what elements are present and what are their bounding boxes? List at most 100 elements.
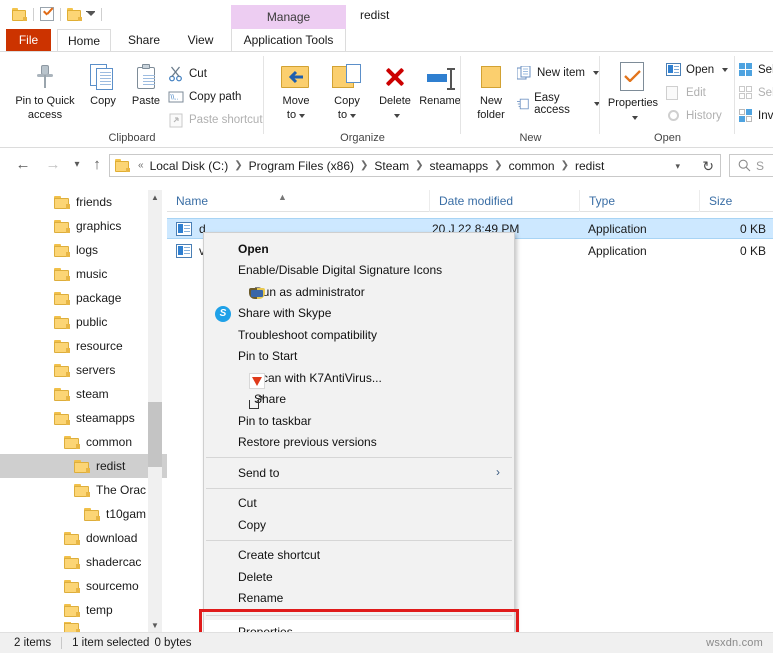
up-button[interactable]: ↑ — [86, 154, 108, 176]
context-menu-item-pin-to-start[interactable]: Pin to Start — [204, 346, 514, 368]
window-title: redist — [360, 8, 390, 22]
breadcrumb-item-5[interactable]: redist — [573, 159, 606, 173]
customize-caret-icon[interactable] — [82, 7, 95, 21]
context-menu-item-open[interactable]: Open — [204, 238, 514, 260]
paste-shortcut-button[interactable]: Paste shortcut — [168, 112, 263, 128]
column-header-size[interactable]: Size — [699, 190, 773, 212]
nav-item-the-orac[interactable]: The Orac — [0, 478, 167, 502]
search-input[interactable]: S — [729, 154, 773, 177]
move-to-button[interactable]: Move to — [272, 64, 320, 121]
move-to-icon — [281, 64, 311, 90]
tab-home[interactable]: Home — [57, 29, 111, 53]
folder-icon[interactable] — [12, 7, 27, 21]
context-menu-item-cut[interactable]: Cut — [204, 493, 514, 515]
context-menu-item-troubleshoot-compatibility[interactable]: Troubleshoot compatibility — [204, 324, 514, 346]
history-button[interactable]: History — [666, 109, 722, 123]
nav-item-temp[interactable]: temp — [0, 598, 167, 622]
cut-button[interactable]: Cut — [168, 66, 207, 82]
context-menu-item-share-with-skype[interactable]: S Share with Skype — [204, 303, 514, 325]
context-menu-item-pin-to-taskbar[interactable]: Pin to taskbar — [204, 410, 514, 432]
nav-item-redist[interactable]: redist — [0, 454, 167, 478]
breadcrumb-chevron[interactable]: ❯ — [356, 160, 372, 171]
new-item-button[interactable]: New item — [517, 66, 599, 80]
navigation-pane-scrollbar[interactable]: ▲ ▼ — [148, 190, 162, 633]
nav-item-common[interactable]: common — [0, 430, 167, 454]
scrollbar-thumb[interactable] — [148, 402, 162, 467]
easy-access-button[interactable]: Easy access — [517, 92, 600, 116]
copy-path-button[interactable]: \\.. Copy path — [168, 89, 241, 105]
context-menu-item-create-shortcut[interactable]: Create shortcut — [204, 545, 514, 567]
nav-item-graphics[interactable]: graphics — [0, 214, 167, 238]
breadcrumb-item-4[interactable]: common — [507, 159, 557, 173]
nav-item-download[interactable]: download — [0, 526, 167, 550]
select-all-button[interactable]: Sel — [739, 63, 773, 77]
contextual-tab-manage[interactable]: Manage — [231, 5, 346, 29]
recent-locations-button[interactable]: ▾ — [66, 154, 88, 176]
copy-to-button[interactable]: Copy to — [324, 64, 370, 121]
back-button[interactable]: ← — [12, 154, 34, 176]
copy-path-icon: \\.. — [168, 91, 184, 103]
tab-application-tools[interactable]: Application Tools — [231, 29, 346, 52]
nav-item-sourcemo[interactable]: sourcemo — [0, 574, 167, 598]
address-path-box[interactable]: « Local Disk (C:) ❯ Program Files (x86) … — [109, 154, 721, 177]
breadcrumb-item-0[interactable]: Local Disk (C:) — [148, 159, 231, 173]
column-header-date-modified[interactable]: Date modified — [429, 190, 579, 212]
context-menu-item-rename[interactable]: Rename — [204, 588, 514, 610]
delete-button[interactable]: Delete — [372, 64, 418, 121]
nav-item-public[interactable]: public — [0, 310, 167, 334]
column-header-name[interactable]: Name — [167, 190, 429, 212]
new-folder-button[interactable]: New folder — [467, 64, 515, 121]
context-menu-item-copy[interactable]: Copy — [204, 514, 514, 536]
context-menu-item-share[interactable]: ↗ Share — [204, 389, 514, 411]
path-overflow-icon[interactable]: « — [134, 160, 148, 171]
breadcrumb-item-1[interactable]: Program Files (x86) — [247, 159, 356, 173]
context-menu-item-send-to[interactable]: Send to › — [204, 462, 514, 484]
scroll-up-icon[interactable]: ▲ — [148, 190, 162, 205]
nav-item-logs[interactable]: logs — [0, 238, 167, 262]
breadcrumb-chevron[interactable]: ❯ — [557, 160, 573, 171]
context-menu-item-enable-disable-digital-signature-icons[interactable]: Enable/Disable Digital Signature Icons — [204, 260, 514, 282]
scroll-down-icon[interactable]: ▼ — [148, 618, 162, 633]
edit-button[interactable]: Edit — [666, 86, 706, 100]
nav-item-t10gam[interactable]: t10gam — [0, 502, 167, 526]
copy-button[interactable]: Copy — [80, 64, 126, 107]
new-folder-icon[interactable] — [67, 7, 82, 21]
breadcrumb-chevron[interactable]: ❯ — [230, 160, 246, 171]
dropdown-caret[interactable] — [602, 111, 664, 123]
nav-item-steamapps[interactable]: steamapps — [0, 406, 167, 430]
context-menu-item-run-as-administrator[interactable]: Run as administrator — [204, 281, 514, 303]
breadcrumb-item-3[interactable]: steamapps — [427, 159, 490, 173]
column-header-type[interactable]: Type — [579, 190, 699, 212]
invert-selection-button[interactable]: Inv — [739, 109, 773, 123]
nav-item-package[interactable]: package — [0, 286, 167, 310]
breadcrumb-item-2[interactable]: Steam — [372, 159, 411, 173]
context-menu-item-scan-with-k7antivirus[interactable]: Scan with K7AntiVirus... — [204, 367, 514, 389]
pin-to-quick-access-button[interactable]: Pin to Quick access — [6, 64, 84, 121]
refresh-icon[interactable]: ↻ — [702, 158, 714, 175]
paste-button[interactable]: Paste — [122, 64, 170, 107]
open-button[interactable]: Open — [666, 63, 729, 76]
properties-icon[interactable] — [40, 7, 54, 21]
dropdown-caret[interactable] — [372, 109, 418, 121]
nav-item-partial[interactable] — [0, 622, 167, 632]
context-menu-item-restore-previous-versions[interactable]: Restore previous versions — [204, 432, 514, 454]
select-none-button[interactable]: Sel — [739, 86, 773, 100]
button-label: Copy path — [189, 91, 242, 103]
nav-item-music[interactable]: music — [0, 262, 167, 286]
nav-item-steam[interactable]: steam — [0, 382, 167, 406]
nav-item-friends[interactable]: friends — [0, 190, 167, 214]
breadcrumb-chevron[interactable]: ❯ — [411, 160, 427, 171]
nav-item-servers[interactable]: servers — [0, 358, 167, 382]
nav-item-shadercac[interactable]: shadercac — [0, 550, 167, 574]
cell-size: 0 KB — [739, 221, 766, 236]
context-menu-item-delete[interactable]: Delete — [204, 566, 514, 588]
tab-file[interactable]: File — [6, 29, 51, 52]
chevron-down-icon[interactable]: ▾ — [675, 161, 680, 172]
breadcrumb-chevron[interactable]: ❯ — [490, 160, 506, 171]
tab-share[interactable]: Share — [119, 29, 169, 52]
rename-button[interactable]: Rename — [416, 66, 464, 107]
tab-view[interactable]: View — [177, 29, 224, 52]
nav-item-resource[interactable]: resource — [0, 334, 167, 358]
forward-button[interactable]: → — [42, 154, 64, 176]
properties-button[interactable]: Properties — [602, 62, 664, 123]
